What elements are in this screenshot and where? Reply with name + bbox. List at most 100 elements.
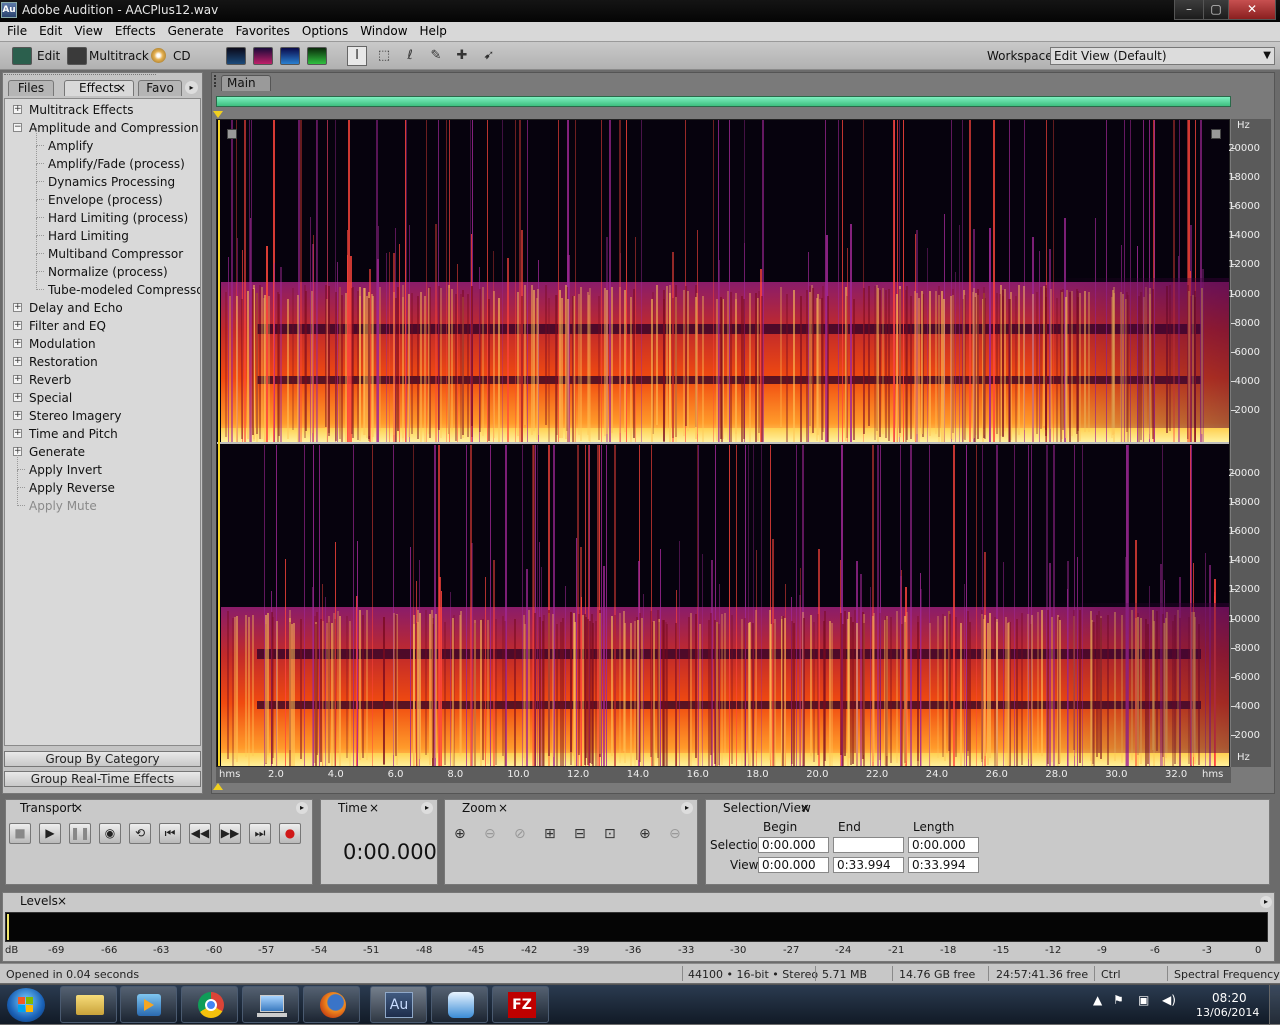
tab-effects[interactable]: Effects × bbox=[64, 80, 134, 96]
multitrack-view-button[interactable]: Multitrack bbox=[89, 49, 149, 63]
menu-help[interactable]: Help bbox=[413, 22, 452, 38]
zoom-out-amplitude-icon[interactable]: ⊖ bbox=[484, 826, 496, 842]
marquee-selection-tool-icon[interactable]: ⬚ bbox=[374, 46, 394, 66]
network-icon[interactable] bbox=[242, 986, 299, 1023]
go-to-end-button[interactable]: ⏭ bbox=[249, 823, 271, 844]
pause-button[interactable]: ❚❚ bbox=[69, 823, 91, 844]
tab-favorites[interactable]: Favo bbox=[138, 80, 182, 96]
frequency-ruler[interactable]: Hz Hz 20000 18000 16000 14000 12000 10000 8000… bbox=[1228, 119, 1271, 767]
close-icon[interactable]: × bbox=[369, 801, 379, 815]
close-icon[interactable]: × bbox=[57, 894, 67, 908]
playhead-marker[interactable] bbox=[213, 111, 223, 118]
waveform-overview[interactable] bbox=[216, 96, 1231, 107]
go-to-start-button[interactable]: ⏮ bbox=[159, 823, 181, 844]
zoom-out-full-icon[interactable]: ⊘ bbox=[514, 826, 526, 842]
time-ruler[interactable]: hms hms 2.0 4.0 6.0 8.0 10.0 12.0 14.0 16.0 18.0… bbox=[216, 767, 1231, 783]
zoom-out-vertical-icon[interactable]: ⊖ bbox=[669, 826, 681, 842]
cd-view-button[interactable]: CD bbox=[173, 49, 191, 63]
right-channel-spectrogram[interactable] bbox=[217, 445, 1229, 766]
spectral-frequency-display-icon[interactable] bbox=[253, 47, 273, 65]
action-center-icon[interactable]: ⚑ bbox=[1113, 993, 1124, 1007]
panel-grip[interactable] bbox=[4, 74, 156, 77]
selection-begin-field[interactable]: 0:00.000 bbox=[758, 837, 829, 853]
expand-icon[interactable]: + bbox=[13, 393, 22, 402]
tab-files[interactable]: Files bbox=[8, 80, 54, 96]
stop-button[interactable]: ■ bbox=[9, 823, 31, 844]
chrome-icon[interactable] bbox=[181, 986, 238, 1023]
resize-handle-icon[interactable] bbox=[227, 129, 237, 139]
start-orb-icon[interactable] bbox=[7, 988, 45, 1022]
scrub-tool-icon[interactable]: ➹ bbox=[479, 46, 499, 66]
network-tray-icon[interactable]: ▣ bbox=[1138, 993, 1149, 1007]
minimize-button[interactable]: – bbox=[1174, 0, 1204, 20]
playhead-marker[interactable] bbox=[213, 783, 223, 790]
panel-menu-icon[interactable]: ▸ bbox=[681, 802, 693, 814]
panel-menu-icon[interactable]: ▸ bbox=[1260, 896, 1272, 908]
menu-file[interactable]: File bbox=[0, 22, 32, 38]
spectral-display[interactable] bbox=[216, 119, 1230, 767]
resize-handle-icon[interactable] bbox=[1211, 129, 1221, 139]
audition-icon[interactable]: Au bbox=[370, 986, 427, 1023]
view-end-field[interactable]: 0:33.994 bbox=[833, 857, 904, 873]
close-button[interactable]: ✕ bbox=[1228, 0, 1276, 20]
panel-menu-icon[interactable]: ▸ bbox=[185, 81, 198, 94]
filezilla-icon[interactable]: FZ bbox=[492, 986, 549, 1023]
menu-window[interactable]: Window bbox=[353, 22, 412, 38]
show-hidden-icons-icon[interactable]: ▲ bbox=[1093, 993, 1102, 1007]
panel-menu-icon[interactable]: ▸ bbox=[296, 802, 308, 814]
menu-favorites[interactable]: Favorites bbox=[229, 22, 295, 38]
zoom-to-left-edge-icon[interactable]: ⊟ bbox=[574, 826, 586, 842]
expand-icon[interactable]: + bbox=[13, 321, 22, 330]
clock-time[interactable]: 08:20 bbox=[1212, 991, 1247, 1005]
app-icon[interactable] bbox=[431, 986, 488, 1023]
play-from-cursor-button[interactable]: ◉ bbox=[99, 823, 121, 844]
close-icon[interactable]: × bbox=[800, 801, 810, 815]
collapse-icon[interactable]: − bbox=[13, 123, 22, 132]
expand-icon[interactable]: + bbox=[13, 339, 22, 348]
close-icon[interactable]: × bbox=[73, 801, 83, 815]
brush-tool-icon[interactable]: ✎ bbox=[426, 46, 446, 66]
zoom-in-vertical-icon[interactable]: ⊕ bbox=[639, 826, 651, 842]
healing-brush-icon[interactable]: ✚ bbox=[452, 46, 472, 66]
spectral-phase-display-icon[interactable] bbox=[307, 47, 327, 65]
waveform-display-icon[interactable] bbox=[226, 47, 246, 65]
media-player-icon[interactable] bbox=[120, 986, 177, 1023]
menu-generate[interactable]: Generate bbox=[161, 22, 229, 38]
zoom-in-selection-icon[interactable]: ⊞ bbox=[544, 826, 556, 842]
expand-icon[interactable]: + bbox=[13, 429, 22, 438]
maximize-button[interactable]: ▢ bbox=[1203, 0, 1229, 20]
view-begin-field[interactable]: 0:00.000 bbox=[758, 857, 829, 873]
spectral-pan-display-icon[interactable] bbox=[280, 47, 300, 65]
cd-icon[interactable] bbox=[151, 48, 166, 63]
zoom-in-amplitude-icon[interactable]: ⊕ bbox=[454, 826, 466, 842]
menu-view[interactable]: View bbox=[67, 22, 107, 38]
lasso-tool-icon[interactable]: ℓ bbox=[400, 46, 420, 66]
zoom-to-right-edge-icon[interactable]: ⊡ bbox=[604, 826, 616, 842]
tab-main[interactable]: Main bbox=[221, 75, 271, 91]
volume-icon[interactable]: ◀) bbox=[1162, 993, 1176, 1007]
menu-options[interactable]: Options bbox=[295, 22, 353, 38]
loop-button[interactable]: ⟲ bbox=[129, 823, 151, 844]
panel-grip[interactable] bbox=[214, 75, 218, 87]
explorer-icon[interactable] bbox=[60, 986, 117, 1023]
group-realtime-effects-button[interactable]: Group Real-Time Effects bbox=[4, 771, 201, 787]
selection-end-field[interactable] bbox=[833, 837, 904, 853]
expand-icon[interactable]: + bbox=[13, 105, 22, 114]
selection-length-field[interactable]: 0:00.000 bbox=[908, 837, 979, 853]
fast-forward-button[interactable]: ▶▶ bbox=[219, 823, 241, 844]
time-selection-tool-icon[interactable]: I bbox=[347, 46, 367, 66]
expand-icon[interactable]: + bbox=[13, 411, 22, 420]
clock-date[interactable]: 13/06/2014 bbox=[1196, 1006, 1259, 1019]
close-icon[interactable]: × bbox=[498, 801, 508, 815]
left-channel-spectrogram[interactable] bbox=[217, 120, 1229, 442]
expand-icon[interactable]: + bbox=[13, 357, 22, 366]
play-button[interactable]: ▶ bbox=[39, 823, 61, 844]
record-button[interactable]: ● bbox=[279, 823, 301, 844]
firefox-icon[interactable] bbox=[303, 986, 360, 1023]
menu-effects[interactable]: Effects bbox=[108, 22, 161, 38]
workspace-dropdown[interactable]: Edit View (Default) ▼ bbox=[1050, 47, 1275, 65]
expand-icon[interactable]: + bbox=[13, 303, 22, 312]
edit-view-button[interactable]: Edit bbox=[37, 49, 60, 63]
rewind-button[interactable]: ◀◀ bbox=[189, 823, 211, 844]
group-by-category-button[interactable]: Group By Category bbox=[4, 751, 201, 767]
